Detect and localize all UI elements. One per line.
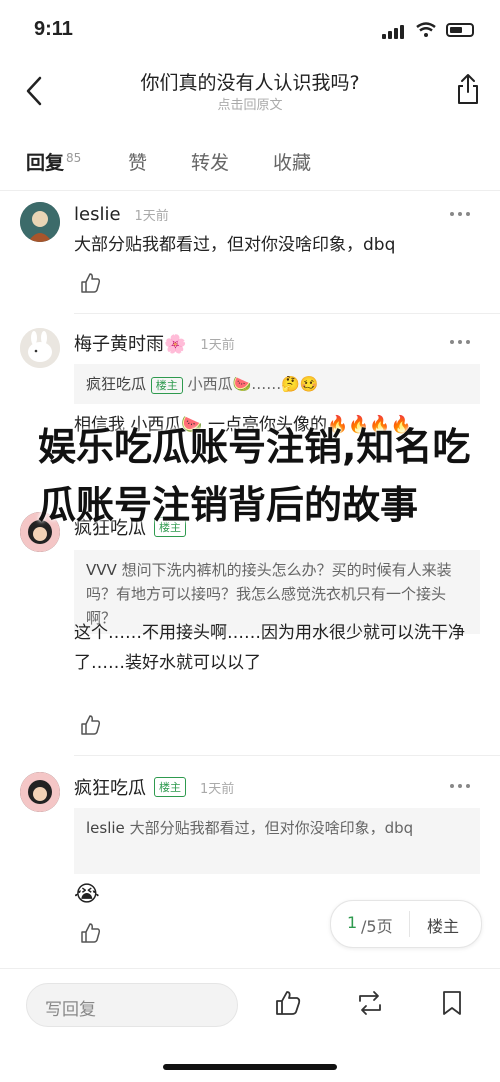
comment-header: 梅子黄时雨🌸 1天前: [74, 330, 235, 356]
tab-replies-label: 回复: [26, 152, 65, 174]
back-to-original-link[interactable]: 点击回原文: [0, 94, 500, 113]
avatar[interactable]: [20, 202, 60, 242]
like-icon[interactable]: [80, 272, 102, 294]
pager-total: /5页: [361, 917, 393, 936]
comment-text: 大部分贴我都看过，但对你没啥印象，dbq: [74, 235, 396, 255]
more-icon[interactable]: [450, 784, 472, 790]
comment-text: 这个……不用接头啊……因为用水很少就可以洗干净了……装好水就可以以了: [74, 623, 465, 673]
quote-text: 大部分贴我都看过，但对你没啥印象，dbq: [129, 819, 414, 837]
signal-icon: [382, 20, 406, 39]
divider: [74, 755, 500, 756]
like-icon[interactable]: [80, 922, 102, 944]
bottom-bar: 写回复: [0, 968, 500, 1049]
status-time: 9:11: [34, 18, 73, 40]
comment-time: 1天前: [134, 209, 169, 224]
more-icon[interactable]: [450, 212, 472, 218]
quoted-reply[interactable]: leslie 大部分贴我都看过，但对你没啥印象，dbq: [74, 808, 480, 874]
home-indicator: [163, 1064, 337, 1070]
quote-author: VVV: [86, 561, 117, 579]
status-bar: 9:11: [0, 0, 500, 60]
bookmark-icon[interactable]: [438, 989, 466, 1017]
repost-icon[interactable]: [356, 989, 384, 1017]
share-icon[interactable]: [454, 72, 482, 106]
tab-reposts[interactable]: 转发: [191, 148, 229, 175]
tab-replies-count: 85: [66, 150, 82, 165]
divider: [74, 313, 500, 314]
pager-divider: [409, 911, 410, 937]
op-badge: 楼主: [150, 377, 183, 394]
pager-current: 1: [347, 913, 358, 932]
battery-icon: [446, 22, 474, 37]
tab-likes[interactable]: 赞: [128, 148, 147, 175]
comment-author[interactable]: 梅子黄时雨🌸: [74, 330, 186, 356]
quote-author: leslie: [86, 819, 125, 837]
tab-replies[interactable]: 回复 85: [26, 148, 81, 175]
comment-author[interactable]: 疯狂吃瓜: [74, 774, 146, 800]
status-icons: [382, 20, 474, 39]
quote-text: 小西瓜🍉……🤔🥴: [187, 375, 319, 393]
tab-favorites[interactable]: 收藏: [273, 148, 311, 175]
op-only-button[interactable]: 楼主: [427, 913, 459, 937]
quote-author: 疯狂吃瓜: [86, 375, 147, 393]
quoted-reply[interactable]: 疯狂吃瓜 楼主 小西瓜🍉……🤔🥴: [74, 364, 480, 404]
comment-time: 1天前: [200, 781, 235, 797]
avatar[interactable]: [20, 772, 60, 812]
overlay-headline: 娱乐吃瓜账号注销,知名吃瓜账号注销背后的故事: [38, 425, 471, 527]
comment-time: 1天前: [200, 337, 235, 353]
comment-header: leslie 1天前: [74, 204, 169, 225]
wifi-icon: [416, 21, 436, 37]
like-icon[interactable]: [80, 714, 102, 736]
comment-author[interactable]: leslie: [74, 204, 121, 225]
more-icon[interactable]: [450, 340, 472, 346]
avatar[interactable]: [20, 328, 60, 368]
tab-bar: 回复 85 赞 转发 收藏: [0, 136, 500, 191]
page-indicator[interactable]: 1 /5页 楼主: [330, 900, 482, 948]
nav-bar: 你们真的没有人认识我吗? 点击回原文: [0, 60, 500, 126]
page-title[interactable]: 你们真的没有人认识我吗?: [0, 68, 500, 95]
comment-header: 疯狂吃瓜 楼主 1天前: [74, 774, 234, 800]
op-badge: 楼主: [154, 777, 186, 797]
reply-input[interactable]: 写回复: [26, 983, 238, 1027]
reply-placeholder: 写回复: [45, 1000, 96, 1020]
thumbs-up-icon[interactable]: [274, 989, 302, 1017]
